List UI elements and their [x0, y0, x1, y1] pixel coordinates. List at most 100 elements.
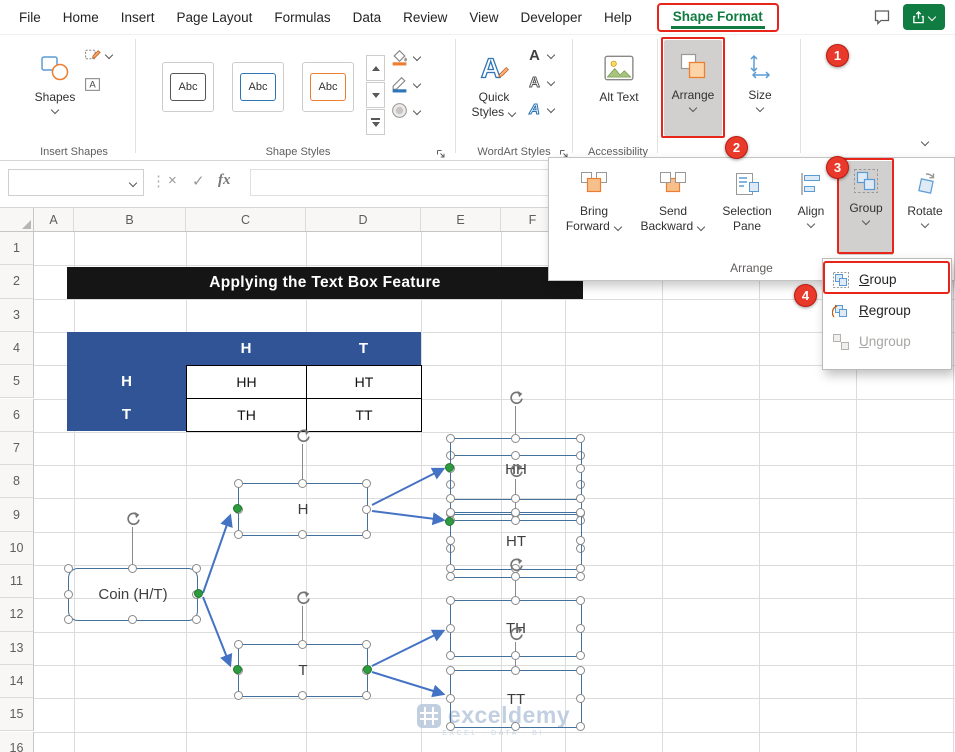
bring-forward-button[interactable]: Bring Forward: [563, 164, 625, 260]
styles-more-button[interactable]: [366, 109, 385, 135]
text-outline-button[interactable]: A: [526, 73, 555, 90]
rotate-handle-icon[interactable]: [508, 463, 524, 479]
quick-styles-button[interactable]: A Quick Styles: [464, 42, 524, 120]
shape-coin[interactable]: Coin (H/T): [64, 564, 201, 624]
selection-handle[interactable]: [511, 508, 520, 517]
row-header-8[interactable]: 8: [0, 465, 34, 499]
table-cell-hh[interactable]: HH: [186, 365, 307, 399]
rotate-handle-icon[interactable]: [508, 626, 524, 642]
selection-handle[interactable]: [511, 494, 520, 503]
selection-handle[interactable]: [576, 651, 585, 660]
text-fill-button[interactable]: A: [526, 46, 555, 63]
selection-handle[interactable]: [576, 596, 585, 605]
cancel-icon[interactable]: ×: [168, 172, 177, 189]
edit-shape-button[interactable]: [84, 46, 113, 63]
selection-handle[interactable]: [446, 623, 455, 633]
selection-handle[interactable]: [234, 691, 243, 700]
selection-handle[interactable]: [576, 508, 585, 517]
menu-review[interactable]: Review: [392, 0, 458, 35]
selection-handle[interactable]: [576, 564, 585, 573]
menu-data[interactable]: Data: [342, 0, 393, 35]
enter-icon[interactable]: ✓: [192, 172, 205, 190]
selection-handle[interactable]: [576, 623, 585, 633]
selection-handle[interactable]: [511, 722, 520, 731]
shape-style-preview-2[interactable]: Abc: [232, 62, 284, 112]
selection-handle[interactable]: [362, 504, 371, 514]
selection-handle[interactable]: [576, 694, 585, 703]
shape-h[interactable]: H: [234, 479, 371, 539]
select-all-corner[interactable]: [0, 208, 34, 231]
selection-handle[interactable]: [511, 572, 520, 581]
selection-handle[interactable]: [298, 530, 307, 539]
selection-handle[interactable]: [576, 464, 585, 473]
connection-point[interactable]: [363, 665, 372, 674]
shape-outline-button[interactable]: [390, 74, 421, 93]
row-header-5[interactable]: 5: [0, 365, 34, 399]
rotate-handle-icon[interactable]: [295, 590, 311, 606]
shape-style-preview-3[interactable]: Abc: [302, 62, 354, 112]
menu-page-layout[interactable]: Page Layout: [166, 0, 264, 35]
rotate-handle-icon[interactable]: [295, 428, 311, 444]
row-header-15[interactable]: 15: [0, 698, 34, 732]
selection-handle[interactable]: [298, 691, 307, 700]
connection-point[interactable]: [445, 517, 454, 526]
selection-handle[interactable]: [576, 666, 585, 675]
selection-handle[interactable]: [446, 722, 455, 731]
row-header-7[interactable]: 7: [0, 431, 34, 466]
rotate-handle-icon[interactable]: [508, 390, 524, 406]
shape-styles-dialog-launcher-icon[interactable]: [436, 147, 447, 158]
row-header-3[interactable]: 3: [0, 298, 34, 332]
menu-item-regroup[interactable]: Regroup: [823, 295, 951, 326]
table-cell-tt[interactable]: TT: [306, 398, 422, 432]
column-header-D[interactable]: D: [306, 208, 421, 231]
row-header-16[interactable]: 16: [0, 731, 34, 752]
styles-scroll-down-button[interactable]: [366, 82, 385, 108]
selection-handle[interactable]: [576, 434, 585, 443]
rotate-handle-icon[interactable]: [508, 557, 524, 573]
row-header-9[interactable]: 9: [0, 498, 34, 532]
selection-handle[interactable]: [446, 564, 455, 573]
row-header-12[interactable]: 12: [0, 598, 34, 632]
table-row-header-t[interactable]: T: [67, 398, 186, 431]
selection-handle[interactable]: [298, 640, 307, 649]
selection-handle[interactable]: [128, 615, 137, 624]
table-cell-ht[interactable]: HT: [306, 365, 422, 399]
selection-handle[interactable]: [446, 536, 455, 545]
selection-handle[interactable]: [362, 691, 371, 700]
table-cell-th[interactable]: TH: [186, 398, 307, 432]
selection-handle[interactable]: [576, 494, 585, 503]
selection-handle[interactable]: [234, 530, 243, 539]
selection-handle[interactable]: [362, 479, 371, 488]
send-backward-button[interactable]: Send Backward: [639, 164, 707, 260]
column-header-E[interactable]: E: [421, 208, 501, 231]
selection-handle[interactable]: [446, 508, 455, 517]
table-row-header-h[interactable]: H: [67, 365, 186, 398]
row-header-6[interactable]: 6: [0, 398, 34, 432]
selection-handle[interactable]: [234, 479, 243, 488]
comment-icon[interactable]: [873, 8, 891, 26]
connection-point[interactable]: [233, 504, 242, 513]
selection-handle[interactable]: [298, 479, 307, 488]
menu-view[interactable]: View: [458, 0, 509, 35]
banner-title[interactable]: Applying the Text Box Feature: [67, 267, 583, 299]
connection-point[interactable]: [233, 665, 242, 674]
text-box-button[interactable]: A: [84, 76, 101, 93]
row-header-2[interactable]: 2: [0, 265, 34, 299]
table-corner-cell[interactable]: [67, 332, 186, 365]
rotate-button[interactable]: Rotate: [899, 164, 951, 260]
shapes-button[interactable]: Shapes: [26, 42, 84, 114]
row-header-13[interactable]: 13: [0, 631, 34, 665]
shape-effects-button[interactable]: [390, 101, 421, 120]
selection-handle[interactable]: [511, 651, 520, 660]
menu-formulas[interactable]: Formulas: [263, 0, 341, 35]
column-header-B[interactable]: B: [74, 208, 186, 231]
rotate-handle-icon[interactable]: [125, 511, 141, 527]
column-header-A[interactable]: A: [34, 208, 74, 231]
row-header-10[interactable]: 10: [0, 531, 34, 565]
selection-handle[interactable]: [576, 572, 585, 581]
arrange-button[interactable]: Arrange: [664, 40, 722, 136]
table-col-header-h[interactable]: H: [186, 332, 306, 365]
menu-file[interactable]: File: [8, 0, 52, 35]
share-button[interactable]: [903, 4, 945, 30]
selection-handle[interactable]: [511, 666, 520, 675]
